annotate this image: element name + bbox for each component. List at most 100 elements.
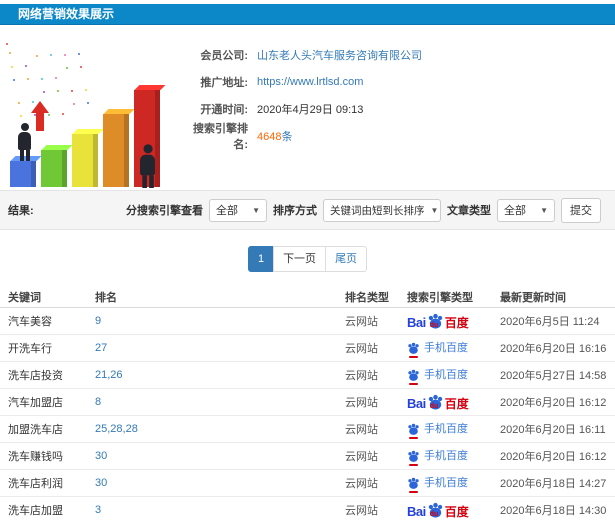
col-rank: 排名 [95, 291, 117, 304]
table-row: 开洗车行 27 云网站 手机百度 2020年6月20日 16:16 [0, 335, 615, 362]
engine-rank-count: 4648 [257, 130, 282, 143]
businessman-figure-right [140, 144, 155, 188]
table-row: 洗车店加盟 3 云网站 Bai du 百度 2020年6月18日 14:30 [0, 497, 615, 520]
baidu-paw-icon: du [427, 394, 444, 410]
article-type-select[interactable]: 全部 ▼ [497, 198, 555, 222]
col-engine-type: 搜索引擎类型 [407, 291, 473, 304]
filter-bar: 结果: 分搜索引擎查看 全部 ▼ 排序方式 关键词由短到长排序 ▼ 文章类型 全… [0, 190, 615, 230]
article-type-label: 文章类型 [447, 205, 491, 217]
col-updated: 最新更新时间 [500, 291, 566, 304]
table-row: 洗车店利润 30 云网站 手机百度 2020年6月18日 14:27 [0, 470, 615, 497]
promo-url-link[interactable]: https://www.lrtlsd.com [257, 76, 363, 88]
mobile-baidu-logo: 手机百度 [407, 450, 500, 466]
rank-link[interactable]: 30 [95, 450, 345, 462]
engine-filter-value: 全部 [216, 205, 238, 217]
bar-graphic [10, 161, 36, 187]
keyword-cell: 开洗车行 [8, 343, 52, 355]
growth-chart-illustration [0, 35, 182, 193]
mobile-baidu-logo: 手机百度 [407, 369, 500, 385]
baidu-paw-icon: du [427, 313, 444, 329]
bar-graphic [41, 150, 67, 187]
col-keyword: 关键词 [8, 291, 41, 304]
businessman-figure-left [18, 123, 31, 161]
top-section: 会员公司: 山东老人头汽车服务咨询有限公司 推广地址: https://www.… [0, 25, 615, 190]
keyword-cell: 洗车店加盟 [8, 505, 63, 517]
rank-type-cell: 云网站 [345, 316, 378, 328]
table-row: 洗车赚钱吗 30 云网站 手机百度 2020年6月20日 16:12 [0, 443, 615, 470]
table-row: 汽车加盟店 8 云网站 Bai du 百度 2020年6月20日 16:12 [0, 389, 615, 416]
article-type-value: 全部 [504, 205, 526, 217]
keyword-cell: 汽车加盟店 [8, 397, 63, 409]
keyword-cell: 洗车店投资 [8, 370, 63, 382]
baidu-paw-icon [407, 369, 420, 385]
up-arrow-icon [31, 101, 49, 131]
rank-link[interactable]: 30 [95, 477, 345, 489]
pagination: 1 下一页 尾页 [0, 230, 615, 286]
chevron-down-icon: ▼ [430, 205, 439, 215]
rank-link[interactable]: 25,28,28 [95, 423, 345, 435]
rank-link[interactable]: 21,26 [95, 369, 345, 381]
updated-time-cell: 2020年6月18日 14:27 [500, 478, 607, 490]
keyword-cell: 洗车赚钱吗 [8, 451, 63, 463]
rank-type-cell: 云网站 [345, 397, 378, 409]
chevron-down-icon: ▼ [540, 205, 548, 215]
engine-rank-label: 搜索引擎排名: [193, 122, 248, 151]
results-table: 关键词 排名 排名类型 搜索引擎类型 最新更新时间 汽车美容 9 云网站 Bai du 百… [0, 286, 615, 520]
rank-link[interactable]: 8 [95, 396, 345, 408]
updated-time-cell: 2020年6月20日 16:12 [500, 451, 607, 463]
table-header-row: 关键词 排名 排名类型 搜索引擎类型 最新更新时间 [0, 286, 615, 308]
promo-url-label: 推广地址: [200, 76, 248, 89]
submit-button[interactable]: 提交 [561, 197, 601, 223]
engine-filter-label: 分搜索引擎查看 [126, 205, 203, 217]
baidu-paw-icon [407, 423, 420, 439]
baidu-paw-icon [407, 450, 420, 466]
bar-graphic [103, 114, 129, 187]
member-company-label: 会员公司: [200, 49, 248, 62]
rank-link[interactable]: 27 [95, 342, 345, 354]
page-header: 网络营销效果展示 [0, 4, 615, 25]
baidu-paw-icon [407, 342, 420, 358]
sort-select[interactable]: 关键词由短到长排序 ▼ [323, 198, 441, 222]
table-row: 加盟洗车店 25,28,28 云网站 手机百度 2020年6月20日 16:11 [0, 416, 615, 443]
page-title: 网络营销效果展示 [18, 7, 115, 21]
keyword-cell: 加盟洗车店 [8, 424, 63, 436]
promo-url-row: 推广地址: https://www.lrtlsd.com [182, 68, 615, 95]
rank-type-cell: 云网站 [345, 343, 378, 355]
last-page-button[interactable]: 尾页 [325, 246, 368, 272]
sort-value: 关键词由短到长排序 [330, 204, 425, 217]
rank-type-cell: 云网站 [345, 424, 378, 436]
page-1-button[interactable]: 1 [247, 246, 275, 272]
table-row: 汽车美容 9 云网站 Bai du 百度 2020年6月5日 11:24 [0, 308, 615, 335]
table-row: 洗车店投资 21,26 云网站 手机百度 2020年5月27日 14:58 [0, 362, 615, 389]
rank-type-cell: 云网站 [345, 505, 378, 517]
baidu-paw-icon [407, 477, 420, 493]
next-page-button[interactable]: 下一页 [273, 246, 327, 272]
rank-link[interactable]: 3 [95, 504, 345, 516]
updated-time-cell: 2020年6月5日 11:24 [500, 316, 600, 328]
updated-time-cell: 2020年6月20日 16:16 [500, 343, 607, 355]
keyword-cell: 洗车店利润 [8, 478, 63, 490]
mobile-baidu-logo: 手机百度 [407, 423, 500, 439]
member-company-row: 会员公司: 山东老人头汽车服务咨询有限公司 [182, 41, 615, 68]
updated-time-cell: 2020年6月18日 14:30 [500, 505, 607, 517]
mobile-baidu-logo: 手机百度 [407, 477, 500, 493]
bar-graphic [72, 134, 98, 187]
open-time-row: 开通时间: 2020年4月29日 09:13 [182, 95, 615, 122]
rank-type-cell: 云网站 [345, 478, 378, 490]
rank-type-cell: 云网站 [345, 370, 378, 382]
mobile-baidu-logo: 手机百度 [407, 342, 500, 358]
sort-label: 排序方式 [273, 205, 317, 217]
rank-type-cell: 云网站 [345, 451, 378, 463]
baidu-paw-icon: du [427, 502, 444, 518]
rank-link[interactable]: 9 [95, 315, 345, 327]
updated-time-cell: 2020年6月20日 16:12 [500, 397, 607, 409]
member-company-link[interactable]: 山东老人头汽车服务咨询有限公司 [257, 47, 422, 63]
baidu-logo: Bai du 百度 [407, 394, 469, 411]
engine-rank-unit[interactable]: 条 [281, 131, 292, 143]
updated-time-cell: 2020年6月20日 16:11 [500, 424, 606, 436]
engine-filter-select[interactable]: 全部 ▼ [209, 198, 267, 222]
keyword-cell: 汽车美容 [8, 316, 52, 328]
result-label: 结果: [8, 205, 34, 217]
engine-rank-row: 搜索引擎排名: 4648条 [182, 122, 615, 151]
results-table-body: 汽车美容 9 云网站 Bai du 百度 2020年6月5日 11:24 开洗车行 27 云网站手… [0, 308, 615, 520]
